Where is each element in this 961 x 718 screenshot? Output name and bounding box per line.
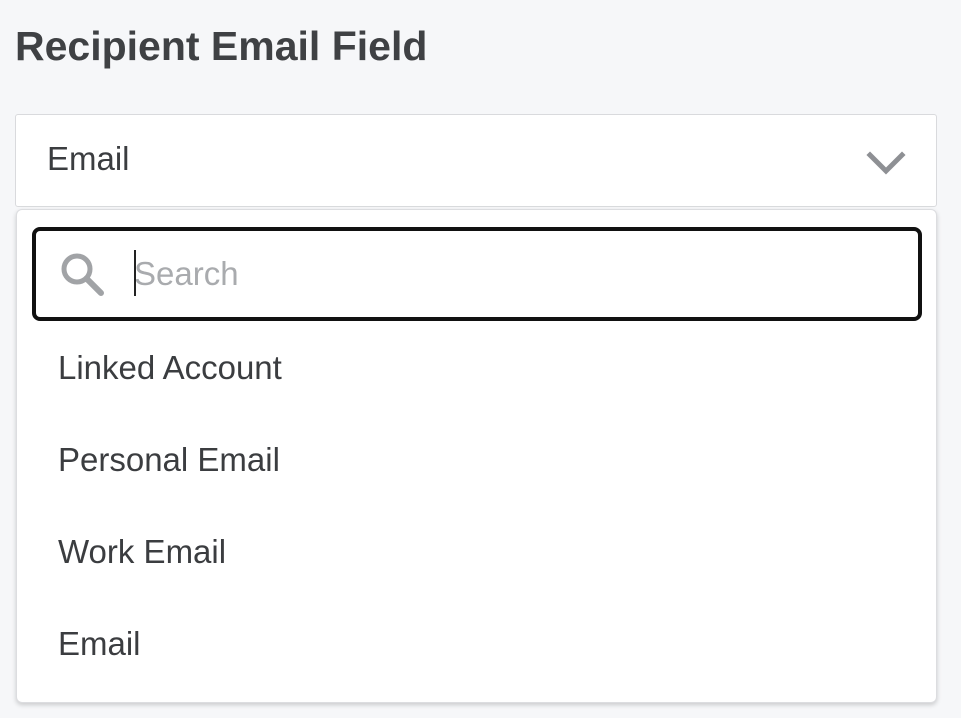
recipient-email-select[interactable]: Email [15, 114, 937, 207]
option-personal-email[interactable]: Personal Email [17, 414, 936, 506]
search-input[interactable] [134, 245, 894, 303]
chevron-down-icon[interactable] [866, 150, 906, 176]
field-label: Recipient Email Field [15, 23, 428, 69]
option-linked-account[interactable]: Linked Account [17, 322, 936, 414]
options-list: Linked Account Personal Email Work Email… [17, 322, 936, 690]
selected-value: Email [47, 140, 130, 177]
text-cursor [134, 250, 136, 296]
option-email[interactable]: Email [17, 598, 936, 690]
dropdown-panel: Linked Account Personal Email Work Email… [16, 209, 937, 703]
option-work-email[interactable]: Work Email [17, 506, 936, 598]
search-icon [61, 253, 104, 296]
search-box[interactable] [32, 227, 922, 321]
